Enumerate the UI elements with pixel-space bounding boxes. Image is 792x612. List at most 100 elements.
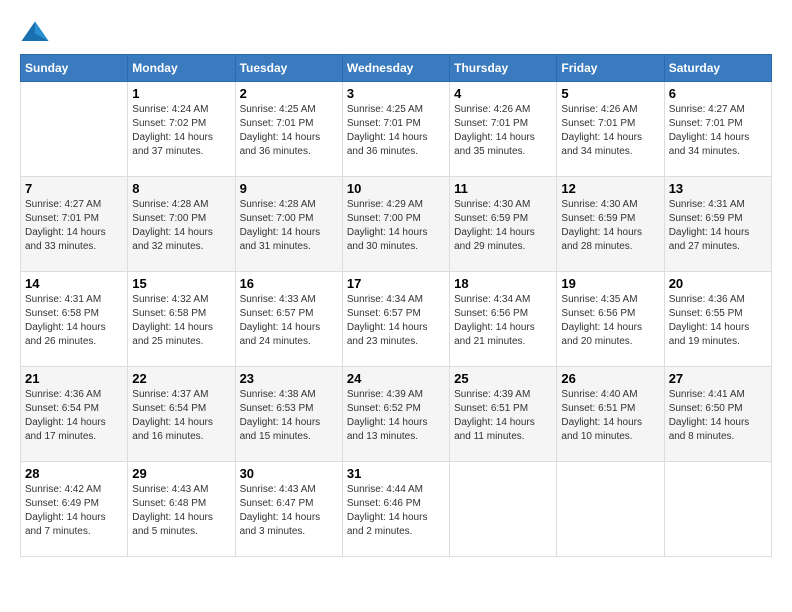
cell-info: Sunrise: 4:25 AMSunset: 7:01 PMDaylight:… — [240, 103, 338, 159]
calendar-cell: 8 Sunrise: 4:28 AMSunset: 7:00 PMDaylight… — [128, 177, 235, 272]
calendar-table: SundayMondayTuesdayWednesdayThursdayFrid… — [20, 54, 772, 557]
date-number: 23 — [240, 371, 338, 386]
calendar-cell: 1 Sunrise: 4:24 AMSunset: 7:02 PMDaylight… — [128, 82, 235, 177]
week-row-5: 28 Sunrise: 4:42 AMSunset: 6:49 PMDayligh… — [21, 462, 772, 557]
date-number: 9 — [240, 181, 338, 196]
calendar-cell: 30 Sunrise: 4:43 AMSunset: 6:47 PMDayligh… — [235, 462, 342, 557]
calendar-cell: 18 Sunrise: 4:34 AMSunset: 6:56 PMDayligh… — [450, 272, 557, 367]
calendar-cell: 22 Sunrise: 4:37 AMSunset: 6:54 PMDayligh… — [128, 367, 235, 462]
date-number: 28 — [25, 466, 123, 481]
calendar-cell: 11 Sunrise: 4:30 AMSunset: 6:59 PMDayligh… — [450, 177, 557, 272]
date-number: 4 — [454, 86, 552, 101]
date-number: 2 — [240, 86, 338, 101]
date-number: 19 — [561, 276, 659, 291]
date-number: 1 — [132, 86, 230, 101]
calendar-cell: 17 Sunrise: 4:34 AMSunset: 6:57 PMDayligh… — [342, 272, 449, 367]
cell-info: Sunrise: 4:26 AMSunset: 7:01 PMDaylight:… — [454, 103, 552, 159]
cell-info: Sunrise: 4:36 AMSunset: 6:55 PMDaylight:… — [669, 293, 767, 349]
calendar-cell: 16 Sunrise: 4:33 AMSunset: 6:57 PMDayligh… — [235, 272, 342, 367]
calendar-cell — [664, 462, 771, 557]
cell-info: Sunrise: 4:31 AMSunset: 6:58 PMDaylight:… — [25, 293, 123, 349]
week-row-3: 14 Sunrise: 4:31 AMSunset: 6:58 PMDayligh… — [21, 272, 772, 367]
date-number: 7 — [25, 181, 123, 196]
cell-info: Sunrise: 4:29 AMSunset: 7:00 PMDaylight:… — [347, 198, 445, 254]
logo — [20, 20, 54, 44]
date-number: 22 — [132, 371, 230, 386]
calendar-cell — [557, 462, 664, 557]
date-number: 24 — [347, 371, 445, 386]
date-number: 17 — [347, 276, 445, 291]
date-number: 30 — [240, 466, 338, 481]
day-header-saturday: Saturday — [664, 55, 771, 82]
week-row-2: 7Sunrise: 4:27 AMSunset: 7:01 PMDaylight… — [21, 177, 772, 272]
calendar-cell: 27 Sunrise: 4:41 AMSunset: 6:50 PMDayligh… — [664, 367, 771, 462]
date-number: 12 — [561, 181, 659, 196]
cell-info: Sunrise: 4:43 AMSunset: 6:48 PMDaylight:… — [132, 483, 230, 539]
calendar-cell: 29Sunrise: 4:43 AMSunset: 6:48 PMDayligh… — [128, 462, 235, 557]
calendar-cell: 25 Sunrise: 4:39 AMSunset: 6:51 PMDayligh… — [450, 367, 557, 462]
date-number: 18 — [454, 276, 552, 291]
cell-info: Sunrise: 4:34 AMSunset: 6:57 PMDaylight:… — [347, 293, 445, 349]
cell-info: Sunrise: 4:26 AMSunset: 7:01 PMDaylight:… — [561, 103, 659, 159]
calendar-cell — [21, 82, 128, 177]
calendar-cell: 23 Sunrise: 4:38 AMSunset: 6:53 PMDayligh… — [235, 367, 342, 462]
date-number: 3 — [347, 86, 445, 101]
cell-info: Sunrise: 4:42 AMSunset: 6:49 PMDaylight:… — [25, 483, 123, 539]
calendar-cell: 31Sunrise: 4:44 AMSunset: 6:46 PMDayligh… — [342, 462, 449, 557]
date-number: 21 — [25, 371, 123, 386]
date-number: 10 — [347, 181, 445, 196]
cell-info: Sunrise: 4:39 AMSunset: 6:51 PMDaylight:… — [454, 388, 552, 444]
date-number: 11 — [454, 181, 552, 196]
date-number: 20 — [669, 276, 767, 291]
calendar-cell — [450, 462, 557, 557]
cell-info: Sunrise: 4:30 AMSunset: 6:59 PMDaylight:… — [454, 198, 552, 254]
date-number: 14 — [25, 276, 123, 291]
cell-info: Sunrise: 4:27 AMSunset: 7:01 PMDaylight:… — [669, 103, 767, 159]
calendar-cell: 6Sunrise: 4:27 AMSunset: 7:01 PMDaylight… — [664, 82, 771, 177]
date-number: 16 — [240, 276, 338, 291]
calendar-cell: 14 Sunrise: 4:31 AMSunset: 6:58 PMDayligh… — [21, 272, 128, 367]
date-number: 13 — [669, 181, 767, 196]
cell-info: Sunrise: 4:28 AMSunset: 7:00 PMDaylight:… — [132, 198, 230, 254]
cell-info: Sunrise: 4:37 AMSunset: 6:54 PMDaylight:… — [132, 388, 230, 444]
cell-info: Sunrise: 4:31 AMSunset: 6:59 PMDaylight:… — [669, 198, 767, 254]
calendar-cell: 10 Sunrise: 4:29 AMSunset: 7:00 PMDayligh… — [342, 177, 449, 272]
date-number: 26 — [561, 371, 659, 386]
header — [20, 20, 772, 44]
calendar-cell: 7Sunrise: 4:27 AMSunset: 7:01 PMDaylight… — [21, 177, 128, 272]
calendar-cell: 13 Sunrise: 4:31 AMSunset: 6:59 PMDayligh… — [664, 177, 771, 272]
cell-info: Sunrise: 4:39 AMSunset: 6:52 PMDaylight:… — [347, 388, 445, 444]
calendar-header-row: SundayMondayTuesdayWednesdayThursdayFrid… — [21, 55, 772, 82]
cell-info: Sunrise: 4:41 AMSunset: 6:50 PMDaylight:… — [669, 388, 767, 444]
cell-info: Sunrise: 4:44 AMSunset: 6:46 PMDaylight:… — [347, 483, 445, 539]
calendar-cell: 2 Sunrise: 4:25 AMSunset: 7:01 PMDaylight… — [235, 82, 342, 177]
calendar-cell: 3Sunrise: 4:25 AMSunset: 7:01 PMDaylight… — [342, 82, 449, 177]
date-number: 25 — [454, 371, 552, 386]
date-number: 27 — [669, 371, 767, 386]
calendar-cell: 19 Sunrise: 4:35 AMSunset: 6:56 PMDayligh… — [557, 272, 664, 367]
calendar-cell: 21 Sunrise: 4:36 AMSunset: 6:54 PMDayligh… — [21, 367, 128, 462]
cell-info: Sunrise: 4:40 AMSunset: 6:51 PMDaylight:… — [561, 388, 659, 444]
day-header-thursday: Thursday — [450, 55, 557, 82]
calendar-cell: 24 Sunrise: 4:39 AMSunset: 6:52 PMDayligh… — [342, 367, 449, 462]
calendar-cell: 4 Sunrise: 4:26 AMSunset: 7:01 PMDaylight… — [450, 82, 557, 177]
cell-info: Sunrise: 4:38 AMSunset: 6:53 PMDaylight:… — [240, 388, 338, 444]
cell-info: Sunrise: 4:43 AMSunset: 6:47 PMDaylight:… — [240, 483, 338, 539]
date-number: 15 — [132, 276, 230, 291]
cell-info: Sunrise: 4:34 AMSunset: 6:56 PMDaylight:… — [454, 293, 552, 349]
day-header-wednesday: Wednesday — [342, 55, 449, 82]
cell-info: Sunrise: 4:28 AMSunset: 7:00 PMDaylight:… — [240, 198, 338, 254]
calendar-cell: 20 Sunrise: 4:36 AMSunset: 6:55 PMDayligh… — [664, 272, 771, 367]
cell-info: Sunrise: 4:36 AMSunset: 6:54 PMDaylight:… — [25, 388, 123, 444]
calendar-cell: 5 Sunrise: 4:26 AMSunset: 7:01 PMDaylight… — [557, 82, 664, 177]
date-number: 5 — [561, 86, 659, 101]
cell-info: Sunrise: 4:35 AMSunset: 6:56 PMDaylight:… — [561, 293, 659, 349]
date-number: 8 — [132, 181, 230, 196]
calendar-cell: 28 Sunrise: 4:42 AMSunset: 6:49 PMDayligh… — [21, 462, 128, 557]
cell-info: Sunrise: 4:24 AMSunset: 7:02 PMDaylight:… — [132, 103, 230, 159]
logo-icon — [20, 20, 50, 44]
cell-info: Sunrise: 4:33 AMSunset: 6:57 PMDaylight:… — [240, 293, 338, 349]
calendar-cell: 9 Sunrise: 4:28 AMSunset: 7:00 PMDaylight… — [235, 177, 342, 272]
cell-info: Sunrise: 4:32 AMSunset: 6:58 PMDaylight:… — [132, 293, 230, 349]
week-row-4: 21 Sunrise: 4:36 AMSunset: 6:54 PMDayligh… — [21, 367, 772, 462]
